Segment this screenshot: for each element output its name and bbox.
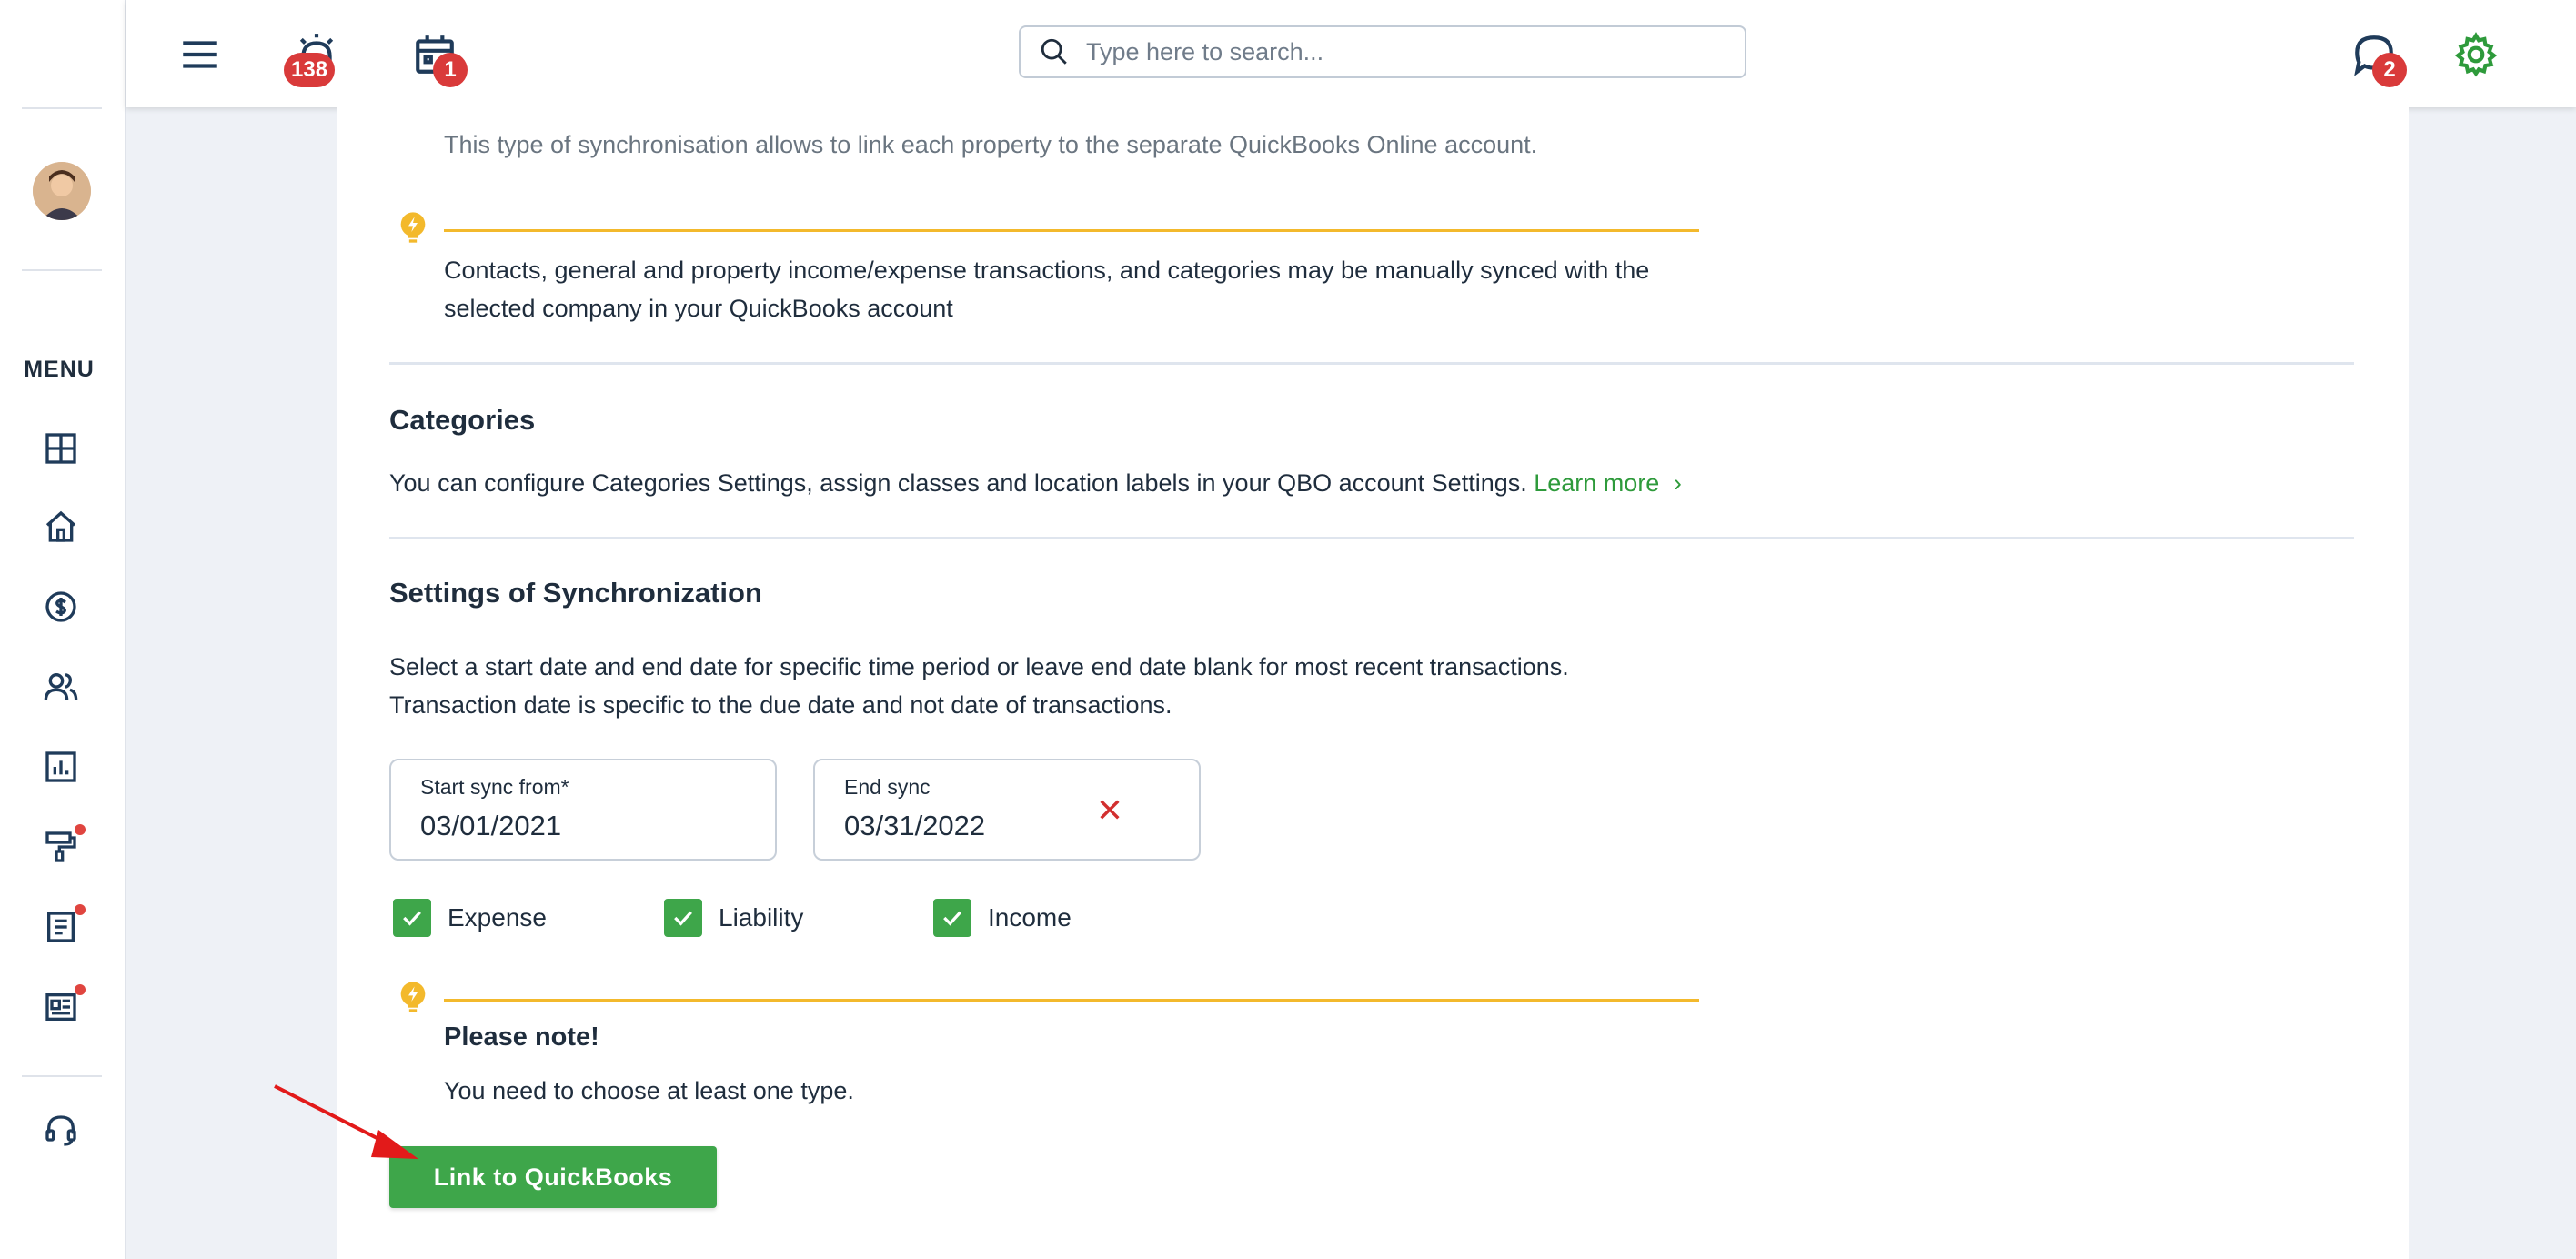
search-icon [1041, 38, 1067, 65]
sidebar-divider [22, 269, 102, 271]
categories-text-row: You can configure Categories Settings, a… [389, 464, 1682, 502]
avatar[interactable] [33, 162, 91, 220]
end-sync-field[interactable]: End sync 03/31/2022 [813, 759, 1201, 861]
notification-dot [75, 984, 86, 995]
notification-dot [75, 824, 86, 835]
alarm-icon[interactable]: 138 [284, 25, 346, 87]
settings-sync-line2: Transaction date is specific to the due … [389, 691, 1172, 719]
hamburger-menu-icon[interactable] [171, 25, 229, 84]
reports-icon[interactable] [40, 746, 82, 788]
tip-divider [444, 229, 1699, 232]
people-icon[interactable] [40, 666, 82, 708]
alerts-count-badge: 138 [284, 53, 336, 87]
lightbulb-icon [400, 212, 426, 243]
annotation-arrow-icon [274, 1084, 418, 1159]
settings-sync-line1: Select a start date and end date for spe… [389, 653, 1569, 680]
settings-sync-title: Settings of Synchronization [389, 577, 762, 609]
categories-text: You can configure Categories Settings, a… [389, 469, 1527, 497]
learn-more-link[interactable]: Learn more › [1534, 469, 1682, 497]
section-divider [389, 537, 2354, 539]
notification-dot [75, 904, 86, 915]
note-title: Please note! [444, 1022, 599, 1052]
categories-title: Categories [389, 404, 536, 436]
liability-checkbox[interactable]: Liability [664, 899, 803, 937]
tip-text-line1: Contacts, general and property income/ex… [444, 257, 1650, 284]
income-label: Income [988, 903, 1072, 932]
end-sync-value[interactable]: 03/31/2022 [844, 810, 985, 842]
money-icon[interactable] [40, 586, 82, 628]
calendar-count-badge: 1 [433, 53, 468, 87]
income-checkbox[interactable]: Income [933, 899, 1072, 937]
chat-icon[interactable]: 2 [2345, 25, 2407, 87]
sidebar-divider [22, 107, 102, 109]
dashboard-icon[interactable] [40, 428, 82, 469]
expense-checkbox[interactable]: Expense [393, 899, 547, 937]
search-box[interactable] [1019, 25, 1746, 78]
liability-label: Liability [719, 903, 804, 932]
lightbulb-icon [400, 982, 426, 1012]
clear-close-icon[interactable] [1095, 795, 1124, 824]
start-sync-field[interactable]: Start sync from* 03/01/2021 [389, 759, 777, 861]
start-sync-value[interactable]: 03/01/2021 [420, 810, 561, 842]
sidebar-divider [22, 1075, 102, 1077]
search-input[interactable] [1086, 37, 1705, 66]
messages-count-badge: 2 [2372, 53, 2407, 87]
content-card: This type of synchronisation allows to l… [337, 107, 2409, 1259]
sync-description: This type of synchronisation allows to l… [444, 131, 1538, 158]
note-text: You need to choose at least one type. [444, 1077, 854, 1104]
home-icon[interactable] [40, 506, 82, 548]
documents-icon[interactable] [40, 904, 86, 948]
start-sync-label: Start sync from* [420, 775, 569, 799]
maintenance-icon[interactable] [40, 824, 86, 868]
calendar-icon[interactable]: 1 [406, 25, 468, 87]
menu-label: MENU [24, 357, 95, 382]
news-icon[interactable] [40, 984, 86, 1028]
sidebar: MENU [0, 0, 126, 1259]
tip-text-line2: selected company in your QuickBooks acco… [444, 295, 953, 322]
checkbox-checked-icon[interactable] [933, 899, 971, 937]
note-divider [444, 999, 1699, 1002]
checkbox-checked-icon[interactable] [664, 899, 702, 937]
end-sync-label: End sync [844, 775, 931, 799]
section-divider [389, 362, 2354, 365]
topbar: 138 1 2 [126, 0, 2576, 107]
settings-gear-icon[interactable] [2447, 25, 2505, 84]
support-headset-icon[interactable] [40, 1110, 82, 1152]
expense-label: Expense [448, 903, 547, 932]
chevron-right-icon: › [1673, 469, 1682, 497]
checkbox-checked-icon[interactable] [393, 899, 431, 937]
